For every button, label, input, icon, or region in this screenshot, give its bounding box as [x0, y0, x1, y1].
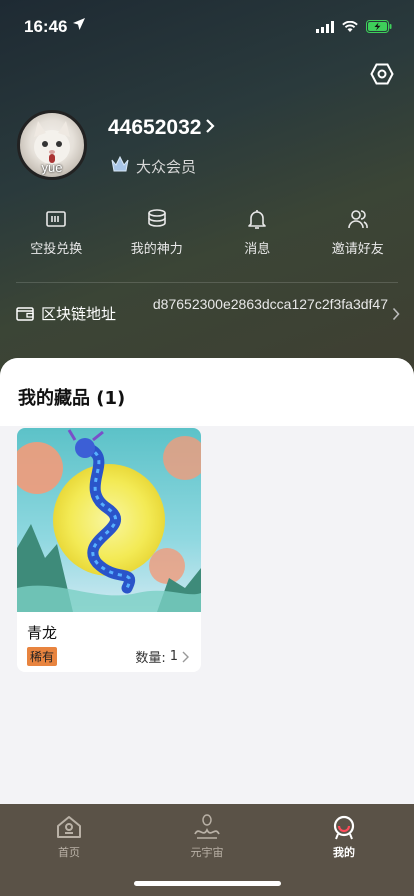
item-name: 青龙 — [27, 624, 58, 642]
collection-title: 我的藏品 (1) — [0, 358, 414, 426]
location-arrow-icon — [72, 16, 86, 35]
quick-action-label: 我的神力 — [130, 242, 183, 257]
battery-charging-icon — [366, 18, 392, 37]
collection-panel: 我的藏品 (1) 青龙 稀有 数量: 1 — [0, 358, 414, 804]
blockchain-address[interactable]: d87652300e2863dcca127c2f3fa3df47 — [150, 294, 388, 314]
tab-metaverse[interactable]: 元宇宙 — [167, 814, 247, 860]
quantity-label: 数量: — [135, 651, 166, 666]
tab-bar: 首页 元宇宙 我的 — [0, 804, 414, 896]
qinglong-artwork — [17, 428, 201, 612]
quick-action-invite[interactable]: 邀请好友 — [310, 208, 406, 268]
airdrop-redeem-icon — [46, 211, 67, 227]
coin-stack-icon — [147, 209, 166, 227]
blockchain-label-text: 区块链地址 — [41, 305, 117, 323]
wifi-icon — [342, 18, 358, 37]
quick-action-messages[interactable]: 消息 — [209, 208, 305, 268]
settings-icon[interactable] — [370, 62, 394, 86]
divider — [16, 282, 398, 283]
bell-icon — [248, 210, 267, 229]
profile-badge-icon — [333, 815, 355, 840]
chevron-right-icon — [182, 651, 189, 662]
user-id-text: 44652032 — [108, 116, 202, 139]
quantity-value: 1 — [169, 649, 178, 664]
collection-card[interactable]: 青龙 稀有 数量: 1 — [17, 428, 201, 672]
member-badge[interactable]: 大众会员 — [110, 155, 196, 177]
quick-action-label: 邀请好友 — [331, 242, 384, 257]
member-level: 大众会员 — [136, 157, 197, 176]
item-quantity[interactable]: 数量: 1 — [135, 647, 189, 666]
status-bar: 16:46 — [0, 0, 414, 50]
avatar[interactable]: yue — [17, 110, 87, 180]
status-time: 16:46 — [24, 17, 68, 36]
profile-header — [0, 0, 414, 400]
avatar-caption: yue — [41, 160, 63, 175]
home-indicator — [134, 881, 281, 886]
tab-home[interactable]: 首页 — [29, 814, 109, 860]
quick-action-label: 消息 — [244, 242, 271, 257]
quick-actions: 空投兑换 我的神力 消息 邀请好友 — [0, 208, 414, 268]
invite-friends-icon — [347, 210, 368, 229]
crown-icon — [110, 155, 130, 177]
chevron-right-icon — [205, 116, 215, 140]
wallet-icon — [16, 306, 34, 321]
rarity-badge: 稀有 — [27, 647, 58, 666]
tab-label: 元宇宙 — [190, 846, 224, 859]
tab-label: 首页 — [58, 846, 80, 859]
chevron-right-icon[interactable] — [392, 306, 400, 325]
metaverse-logo-icon — [194, 814, 220, 839]
signal-icon — [316, 18, 334, 37]
user-id[interactable]: 44652032 — [108, 116, 215, 140]
tab-mine[interactable]: 我的 — [304, 814, 384, 860]
home-icon — [57, 816, 81, 838]
quick-action-airdrop[interactable]: 空投兑换 — [8, 208, 104, 268]
tab-label: 我的 — [333, 846, 355, 859]
blockchain-address-label[interactable]: 区块链地址 — [16, 303, 116, 324]
quick-action-my-power[interactable]: 我的神力 — [109, 208, 205, 268]
quick-action-label: 空投兑换 — [30, 242, 83, 257]
